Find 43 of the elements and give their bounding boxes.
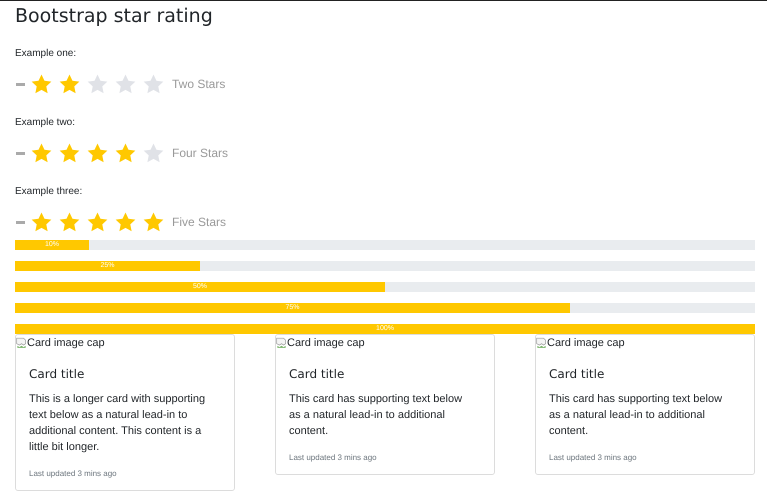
card-title: Card title	[289, 367, 346, 381]
page-title: Bootstrap star rating	[15, 4, 214, 28]
clear-rating-icon[interactable]	[15, 82, 26, 86]
broken-image-icon	[16, 337, 27, 349]
clear-rating-icon[interactable]	[15, 152, 26, 154]
card-text: This card has supporting text below as a natural lead-in to additional content.	[289, 392, 464, 439]
star-icon[interactable]	[86, 72, 109, 96]
last-updated-text: Last updated 3 mins ago	[549, 453, 638, 462]
star-icon[interactable]	[58, 72, 81, 96]
star-icon[interactable]	[142, 210, 165, 234]
rating-caption: Two Stars	[172, 77, 226, 91]
broken-image-icon	[536, 337, 547, 349]
rating-label: Example two:	[15, 117, 76, 129]
image-alt-text: Card image cap	[287, 337, 365, 349]
rating-label: Example three:	[15, 186, 84, 198]
star-icon[interactable]	[30, 210, 53, 234]
star-icon[interactable]	[114, 72, 137, 96]
star-icon[interactable]	[86, 142, 109, 164]
card-title: Card title	[29, 367, 86, 381]
last-updated-text: Last updated 3 mins ago	[289, 453, 378, 462]
card-text: This is a longer card with supporting text below as a natural lead-in to additional content. This content is a little bit longer.	[29, 392, 206, 455]
broken-image-icon	[276, 337, 287, 349]
star-rating[interactable]	[30, 72, 165, 96]
image-alt-text: Card image cap	[547, 337, 625, 349]
star-icon[interactable]	[114, 210, 137, 234]
star-icon[interactable]	[86, 210, 109, 234]
rating-caption: Four Stars	[172, 146, 228, 160]
star-icon[interactable]	[142, 72, 165, 96]
star-icon[interactable]	[30, 72, 53, 96]
card-title: Card title	[549, 367, 606, 381]
star-icon[interactable]	[58, 142, 81, 164]
card-text: This card has supporting text below as a natural lead-in to additional content.	[549, 392, 724, 439]
star-icon[interactable]	[58, 210, 81, 234]
rating-label: Example one:	[15, 48, 78, 60]
star-icon[interactable]	[30, 142, 53, 164]
image-alt-text: Card image cap	[27, 337, 105, 349]
star-icon[interactable]	[142, 142, 165, 164]
star-rating[interactable]	[30, 210, 165, 234]
clear-rating-icon[interactable]	[15, 220, 26, 224]
star-rating[interactable]	[30, 142, 165, 164]
rating-caption: Five Stars	[172, 215, 226, 229]
star-icon[interactable]	[114, 142, 137, 164]
last-updated-text: Last updated 3 mins ago	[29, 469, 118, 478]
